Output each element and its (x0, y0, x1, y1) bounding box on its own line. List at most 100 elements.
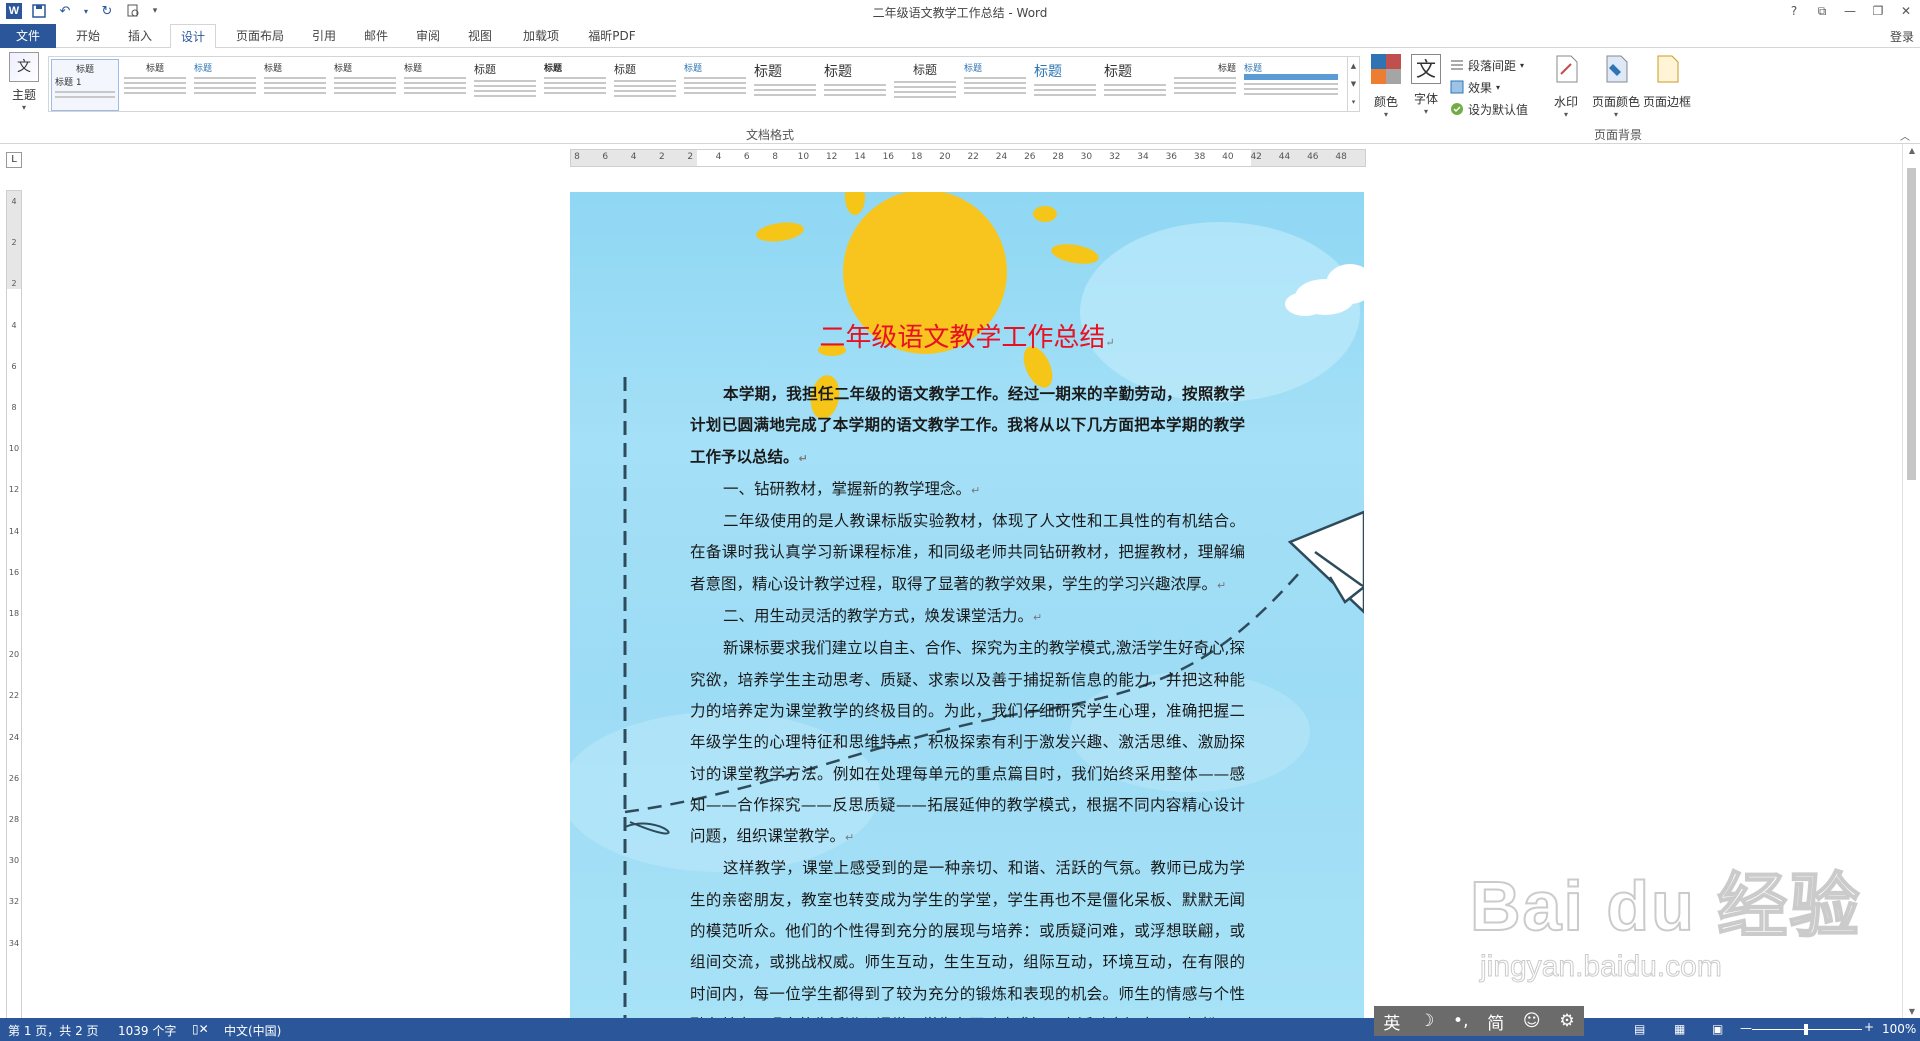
title-bar: W ↶ ▾ ↻ ▾ 二年级语文教学工作总结 - Word ? ⧉ — ❐ ✕ (0, 0, 1920, 24)
ruler-number: 14 (8, 526, 20, 536)
scroll-up-icon[interactable]: ▲ (1903, 146, 1920, 155)
tab-mailings[interactable]: 邮件 (356, 24, 396, 48)
tab-file[interactable]: 文件 (0, 24, 56, 48)
ribbon-display-options-icon[interactable]: ⧉ (1808, 0, 1836, 22)
style-set-thumbnail[interactable]: 标题 (401, 59, 469, 111)
page-color-button[interactable]: 页面颜色 ▾ (1590, 54, 1642, 119)
sign-in-link[interactable]: 登录 (1890, 28, 1914, 45)
vertical-scrollbar[interactable]: ▲ ▼ (1902, 144, 1920, 1018)
page-borders-icon (1657, 55, 1679, 83)
horizontal-ruler[interactable]: 8 6 4 2 2 4 6 8 10 12 14 16 18 20 22 24 26 28 30 32 34 36 38 40… (570, 149, 1366, 167)
effects-button[interactable]: 效果 ▾ (1450, 76, 1528, 98)
word-count[interactable]: 1039 个字 (118, 1022, 176, 1039)
style-set-thumbnail[interactable]: 标题 标题 1 (51, 59, 119, 111)
style-set-thumbnail[interactable]: 标题 (961, 59, 1029, 111)
tab-foxit-pdf[interactable]: 福昕PDF (580, 24, 644, 48)
tab-review[interactable]: 审阅 (408, 24, 448, 48)
document-paragraph[interactable]: 二、用生动灵活的教学方式，焕发课堂活力。↵ (690, 601, 1245, 633)
style-set-thumbnail[interactable]: 标题 (1031, 59, 1099, 111)
document-paragraph[interactable]: 新课标要求我们建立以自主、合作、探究为主的教学模式,激活学生好奇心,探究欲，培养… (690, 633, 1245, 853)
watermark-button[interactable]: 水印 ▾ (1544, 54, 1588, 119)
document-paragraph[interactable]: 一、钻研教材，掌握新的教学理念。↵ (690, 474, 1245, 506)
paragraph-spacing-button[interactable]: 段落间距 ▾ (1450, 54, 1528, 76)
themes-button[interactable]: 文 主题 ▾ (6, 52, 42, 116)
document-paragraph[interactable]: 二年级使用的是人教课标版实验教材，体现了人文性和工具性的有机结合。在备课时我认真… (690, 506, 1245, 601)
scroll-down-icon[interactable]: ▼ (1903, 1007, 1920, 1016)
tab-insert[interactable]: 插入 (120, 24, 160, 48)
tab-selector[interactable]: L (6, 152, 22, 168)
document-paragraph[interactable]: 这样教学，课堂上感受到的是一种亲切、和谐、活跃的气氛。教师已成为学生的亲密朋友，… (690, 853, 1245, 1018)
zoom-level[interactable]: 100% (1882, 1022, 1916, 1036)
document-heading[interactable]: 二年级语文教学工作总结↵ (570, 317, 1364, 354)
zoom-slider-handle[interactable] (1804, 1024, 1808, 1035)
style-set-thumbnail[interactable]: 标题 (891, 59, 959, 111)
style-set-thumbnail[interactable]: 标题 (541, 59, 609, 111)
gallery-more-icon[interactable]: ▾ (1348, 93, 1359, 111)
ruler-number: 4 (630, 152, 637, 162)
gallery-scroll-up-icon[interactable]: ▲ (1348, 57, 1359, 75)
ruler-number: 2 (11, 279, 17, 289)
thumbnail-heading: 标题 (1217, 64, 1236, 74)
ruler-number: 42 (1250, 152, 1262, 162)
print-layout-icon[interactable]: ▦ (1674, 1022, 1685, 1036)
ruler-number: 40 (1222, 152, 1234, 162)
document-body[interactable]: 本学期，我担任二年级的语文教学工作。经过一期来的辛勤劳动，按照教学计划已圆满地完… (690, 379, 1245, 1018)
ime-simplified-toggle[interactable]: 简 (1487, 1009, 1504, 1034)
close-button[interactable]: ✕ (1892, 0, 1920, 22)
scrollbar-thumb[interactable] (1907, 168, 1916, 480)
restore-button[interactable]: ❐ (1864, 0, 1892, 22)
ruler-number: 6 (743, 152, 750, 162)
set-as-default-label: 设为默认值 (1468, 102, 1529, 117)
gallery-scroll-down-icon[interactable]: ▼ (1348, 75, 1359, 93)
document-page[interactable]: 二年级语文教学工作总结↵ 本学期，我担任二年级的语文教学工作。经过一期来的辛勤劳… (570, 192, 1364, 1018)
set-as-default-button[interactable]: 设为默认值 (1450, 98, 1528, 120)
ruler-number: 4 (11, 197, 17, 206)
ime-punctuation-icon[interactable]: •, (1453, 1011, 1468, 1031)
style-set-thumbnail[interactable]: 标题 (261, 59, 329, 111)
tab-view[interactable]: 视图 (460, 24, 500, 48)
style-set-thumbnail[interactable]: 标题 (331, 59, 399, 111)
read-mode-icon[interactable]: ▤ (1634, 1022, 1645, 1036)
tab-addins[interactable]: 加载项 (514, 24, 568, 48)
ruler-number: 12 (8, 485, 20, 495)
page-count[interactable]: 第 1 页，共 2 页 (8, 1022, 99, 1039)
ruler-number: 20 (939, 152, 951, 162)
ime-english-toggle[interactable]: 英 (1383, 1009, 1400, 1034)
minimize-button[interactable]: — (1836, 0, 1864, 22)
style-set-thumbnail[interactable]: 标题 (611, 59, 679, 111)
colors-button[interactable]: 颜色 ▾ (1364, 54, 1408, 119)
style-set-thumbnail[interactable]: 标题 (751, 59, 819, 111)
ime-moon-icon[interactable]: ☽ (1419, 1011, 1434, 1031)
paragraph-text: 一、钻研教材，掌握新的教学理念。 (723, 479, 972, 498)
zoom-in-button[interactable]: + (1864, 1020, 1874, 1034)
ruler-number: 24 (8, 732, 20, 742)
tab-design[interactable]: 设计 (170, 24, 216, 49)
paragraph-text: 二年级使用的是人教课标版实验教材，体现了人文性和工具性的有机结合。在备课时我认真… (690, 512, 1245, 593)
style-set-thumbnail[interactable]: 标题 (191, 59, 259, 111)
colors-dropdown-icon: ▾ (1383, 110, 1388, 119)
page-background-group-label: 页面背景 (1594, 128, 1643, 142)
style-set-thumbnail[interactable]: 标题 (821, 59, 889, 111)
tab-page-layout[interactable]: 页面布局 (228, 24, 292, 48)
window-controls: ? ⧉ — ❐ ✕ (1780, 0, 1920, 22)
zoom-out-button[interactable]: — (1740, 1021, 1752, 1035)
proofing-icon[interactable]: ▯✕ (192, 1022, 209, 1036)
document-paragraph[interactable]: 本学期，我担任二年级的语文教学工作。经过一期来的辛勤劳动，按照教学计划已圆满地完… (690, 379, 1245, 474)
style-set-thumbnail[interactable]: 标题 (471, 59, 539, 111)
language-indicator[interactable]: 中文(中国) (224, 1022, 281, 1039)
style-set-thumbnail[interactable]: 标题 (1171, 59, 1239, 111)
style-set-thumbnail[interactable]: 标题 (121, 59, 189, 111)
fonts-button[interactable]: 文 字体 ▾ (1404, 54, 1448, 116)
ime-emoji-icon[interactable]: ☺ (1523, 1011, 1541, 1031)
tab-home[interactable]: 开始 (68, 24, 108, 48)
style-set-thumbnail[interactable]: 标题 (1101, 59, 1169, 111)
ime-settings-icon[interactable]: ⚙ (1559, 1011, 1574, 1031)
page-borders-button[interactable]: 页面边框 (1640, 54, 1694, 110)
style-set-thumbnail[interactable]: 标题 (681, 59, 749, 111)
web-layout-icon[interactable]: ▣ (1712, 1022, 1723, 1036)
style-set-thumbnail[interactable]: 标题 (1241, 59, 1341, 111)
collapse-ribbon-icon[interactable]: ︿ (1900, 128, 1910, 143)
tab-references[interactable]: 引用 (304, 24, 344, 48)
help-icon[interactable]: ? (1780, 0, 1808, 22)
vertical-ruler[interactable]: 4 2 2 4 6 8 10 12 14 16 18 20 22 24 26 28 30 32 34 (6, 190, 22, 1020)
